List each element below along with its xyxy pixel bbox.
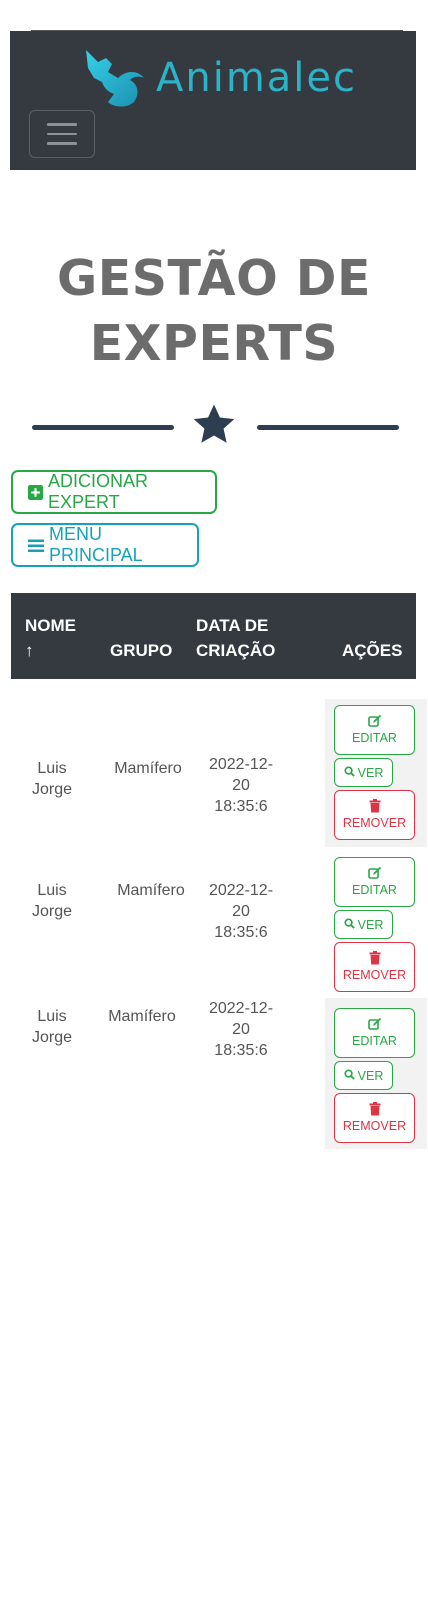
cell-data-line: 2022-12- (208, 756, 274, 773)
view-label: VER (357, 765, 384, 780)
cell-nome: Luis Jorge (25, 1006, 79, 1048)
cell-nome: Luis Jorge (25, 880, 79, 922)
add-expert-button[interactable]: ADICIONAR EXPERT (11, 470, 217, 514)
cell-data-line: 20 (232, 1021, 250, 1038)
search-icon (344, 917, 355, 932)
cell-nome-line: Jorge (31, 903, 73, 920)
brand[interactable]: Animalec (82, 43, 357, 113)
hamburger-icon-bar (47, 132, 77, 136)
actions-cell: EDITAR VER REMOVER (325, 847, 427, 998)
trash-icon (335, 1102, 414, 1116)
actions-cell: EDITAR VER REMOVER (325, 699, 427, 847)
cell-data: 2022-12- 20 18:35:6 (201, 754, 281, 817)
search-icon (344, 765, 355, 780)
remove-label: REMOVER (342, 1119, 407, 1133)
cell-nome-line: Luis (37, 760, 67, 777)
table-row: Luis Jorge Mamífero 2022-12- 20 18:35:6 … (11, 998, 427, 1149)
cell-data-line: 18:35:6 (214, 798, 268, 815)
edit-button[interactable]: EDITAR (334, 857, 415, 907)
divider-line-left (32, 425, 174, 430)
remove-button[interactable]: REMOVER (334, 1093, 415, 1143)
table-header: NOME ↑ GRUPO DATA DE CRIAÇÃO AÇÕES (11, 593, 416, 679)
cell-data-line: 18:35:6 (214, 924, 268, 941)
remove-button[interactable]: REMOVER (334, 942, 415, 992)
view-button[interactable]: VER (334, 758, 393, 787)
header-acoes: AÇÕES (342, 641, 403, 660)
cell-nome-line: Luis (37, 1008, 67, 1025)
cell-nome-line: Luis (37, 882, 67, 899)
view-button[interactable]: VER (334, 910, 393, 939)
plus-square-icon (28, 484, 43, 500)
edit-label: EDITAR (352, 1034, 397, 1048)
remove-label: REMOVER (342, 968, 407, 982)
main-menu-button[interactable]: MENU PRINCIPAL (11, 523, 199, 567)
cell-nome: Luis Jorge (25, 758, 79, 800)
cell-data-line: 18:35:6 (214, 1042, 268, 1059)
header-grupo[interactable]: GRUPO (110, 638, 172, 663)
header-nome-label: NOME (25, 616, 76, 635)
edit-icon (335, 866, 414, 880)
view-label: VER (357, 917, 384, 932)
actions-cell: EDITAR VER REMOVER (325, 998, 427, 1149)
view-label: VER (357, 1068, 384, 1083)
table-row: Luis Jorge Mamífero 2022-12- 20 18:35:6 … (11, 847, 427, 998)
view-button[interactable]: VER (334, 1061, 393, 1090)
edit-label: EDITAR (352, 731, 397, 745)
cell-grupo: Mamífero (108, 1008, 176, 1025)
bars-icon (28, 538, 44, 553)
search-icon (344, 1068, 355, 1083)
cell-data: 2022-12- 20 18:35:6 (201, 880, 281, 943)
trash-icon (335, 799, 414, 813)
add-expert-label: ADICIONAR EXPERT (48, 471, 149, 512)
fox-logo-icon (86, 50, 144, 107)
brand-name: Animalec (156, 55, 358, 101)
edit-label: EDITAR (352, 883, 397, 897)
navbar: Animalec (10, 31, 416, 170)
divider-line-right (257, 425, 399, 430)
cell-nome-line: Jorge (31, 781, 73, 798)
main-menu-label: MENU PRINCIPAL (49, 524, 143, 565)
cell-data-line: 20 (232, 777, 250, 794)
edit-icon (335, 1017, 414, 1031)
edit-icon (335, 714, 414, 728)
header-nome[interactable]: NOME ↑ (25, 613, 76, 663)
hamburger-icon (47, 123, 77, 126)
page-title-line-1: GESTÃO DE (57, 250, 371, 307)
remove-button[interactable]: REMOVER (334, 790, 415, 840)
header-data-line-1: DATA DE (196, 616, 269, 635)
trash-icon (335, 951, 414, 965)
edit-button[interactable]: EDITAR (334, 705, 415, 755)
header-data-criacao[interactable]: DATA DE CRIAÇÃO (196, 613, 275, 663)
cell-grupo: Mamífero (117, 882, 185, 899)
arrow-up-icon: ↑ (25, 641, 34, 660)
cell-data-line: 20 (232, 903, 250, 920)
star-icon (193, 404, 235, 443)
table-row: Luis Jorge Mamífero 2022-12- 20 18:35:6 … (11, 699, 427, 847)
cell-nome-line: Jorge (31, 1029, 73, 1046)
cell-data-line: 2022-12- (208, 882, 274, 899)
remove-label: REMOVER (342, 816, 407, 830)
page-title: GESTÃO DE EXPERTS (0, 246, 428, 376)
edit-button[interactable]: EDITAR (334, 1008, 415, 1058)
cell-data-line: 2022-12- (208, 1000, 274, 1017)
page-title-line-2: EXPERTS (89, 315, 339, 372)
cell-grupo: Mamífero (114, 760, 182, 777)
navbar-toggler-button[interactable] (29, 110, 95, 158)
cell-data: 2022-12- 20 18:35:6 (201, 998, 281, 1061)
hamburger-icon-bar (47, 142, 77, 145)
header-data-line-2: CRIAÇÃO (196, 641, 276, 660)
